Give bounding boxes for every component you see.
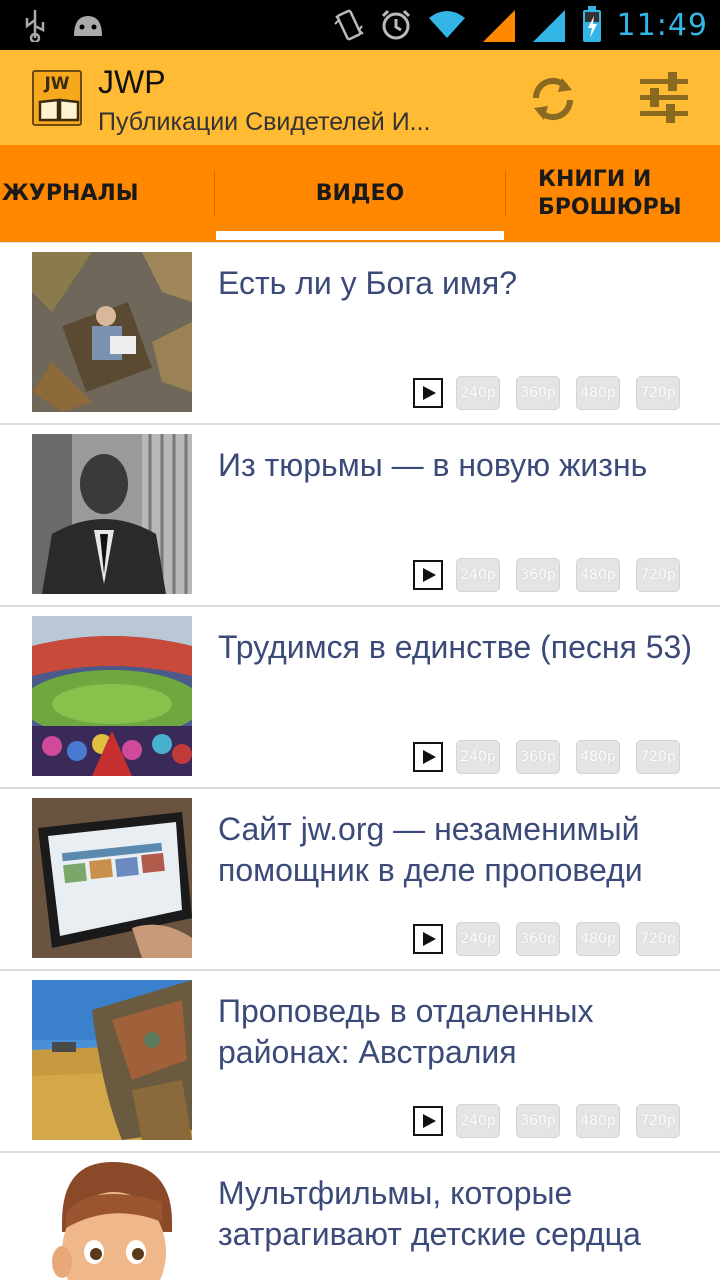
format-720p-button[interactable]: 720p — [636, 376, 680, 410]
book-icon — [38, 98, 80, 122]
tab-bar: ЖУРНАЛЫ ВИДЕО КНИГИ И БРОШЮРЫ — [0, 145, 720, 242]
vibrate-icon — [333, 9, 364, 41]
play-icon[interactable] — [413, 1106, 443, 1136]
play-icon[interactable] — [413, 742, 443, 772]
app-logo-text: JW — [44, 74, 70, 94]
video-list-item[interactable]: Трудимся в единстве (песня 53) 240p 360p… — [0, 607, 720, 789]
format-240p-button[interactable]: 240p — [456, 558, 500, 592]
alarm-icon — [381, 9, 410, 40]
action-bar: JW JWP Публикации Свидетелей И... — [0, 50, 720, 145]
format-480p-button[interactable]: 480p — [576, 1104, 620, 1138]
video-title[interactable]: Мультфильмы, которые затрагивают детские… — [218, 1173, 713, 1255]
format-240p-button[interactable]: 240p — [456, 922, 500, 956]
video-list-item[interactable]: Из тюрьмы — в новую жизнь 240p 360p 480p… — [0, 425, 720, 607]
video-list-item[interactable]: Мультфильмы, которые затрагивают детские… — [0, 1153, 720, 1280]
tab-books-brochures[interactable]: КНИГИ И БРОШЮРЫ — [538, 145, 720, 242]
tab-selected-indicator — [216, 231, 504, 240]
tab-divider — [214, 171, 215, 217]
format-360p-button[interactable]: 360p — [516, 558, 560, 592]
signal-icon-2 — [532, 10, 565, 42]
tab-divider — [505, 171, 506, 217]
app-title: JWP — [98, 64, 166, 100]
video-thumbnail[interactable] — [32, 798, 192, 958]
clock: 11:49 — [616, 7, 708, 43]
format-480p-button[interactable]: 480p — [576, 376, 620, 410]
video-list[interactable]: Есть ли у Бога имя? 240p 360p 480p 720p … — [0, 243, 720, 1280]
video-title[interactable]: Проповедь в отдаленных районах: Австрали… — [218, 991, 713, 1073]
status-bar: 11:49 — [0, 0, 720, 50]
format-240p-button[interactable]: 240p — [456, 1104, 500, 1138]
video-format-buttons: 240p 360p 480p 720p — [413, 558, 683, 594]
play-icon[interactable] — [413, 924, 443, 954]
signal-icon — [482, 10, 515, 42]
tab-video[interactable]: ВИДЕО — [216, 145, 504, 242]
tab-journals[interactable]: ЖУРНАЛЫ — [2, 145, 212, 242]
play-icon[interactable] — [413, 378, 443, 408]
format-480p-button[interactable]: 480p — [576, 740, 620, 774]
format-360p-button[interactable]: 360p — [516, 376, 560, 410]
format-720p-button[interactable]: 720p — [636, 558, 680, 592]
video-title[interactable]: Из тюрьмы — в новую жизнь — [218, 445, 713, 486]
format-720p-button[interactable]: 720p — [636, 922, 680, 956]
video-thumbnail[interactable] — [32, 252, 192, 412]
usb-icon — [25, 10, 45, 42]
app-subtitle: Публикации Свидетелей И... — [98, 108, 431, 136]
wifi-icon — [428, 11, 465, 38]
format-360p-button[interactable]: 360p — [516, 922, 560, 956]
format-720p-button[interactable]: 720p — [636, 740, 680, 774]
play-icon[interactable] — [413, 560, 443, 590]
format-360p-button[interactable]: 360p — [516, 740, 560, 774]
video-list-item[interactable]: Есть ли у Бога имя? 240p 360p 480p 720p — [0, 243, 720, 425]
battery-charging-icon — [582, 6, 601, 42]
video-thumbnail[interactable] — [32, 980, 192, 1140]
video-format-buttons: 240p 360p 480p 720p — [413, 376, 683, 412]
format-480p-button[interactable]: 480p — [576, 558, 620, 592]
format-240p-button[interactable]: 240p — [456, 376, 500, 410]
video-thumbnail[interactable] — [32, 616, 192, 776]
video-title[interactable]: Трудимся в единстве (песня 53) — [218, 627, 713, 668]
video-thumbnail[interactable] — [32, 434, 192, 594]
video-list-item[interactable]: Сайт jw.org — незаменимый помощник в дел… — [0, 789, 720, 971]
format-240p-button[interactable]: 240p — [456, 740, 500, 774]
video-title[interactable]: Есть ли у Бога имя? — [218, 263, 713, 304]
format-480p-button[interactable]: 480p — [576, 922, 620, 956]
video-format-buttons: 240p 360p 480p 720p — [413, 740, 683, 776]
video-title[interactable]: Сайт jw.org — незаменимый помощник в дел… — [218, 809, 713, 891]
refresh-icon[interactable] — [526, 72, 580, 126]
video-thumbnail[interactable] — [32, 1162, 192, 1280]
settings-sliders-icon[interactable] — [636, 70, 692, 126]
format-720p-button[interactable]: 720p — [636, 1104, 680, 1138]
video-format-buttons: 240p 360p 480p 720p — [413, 1104, 683, 1140]
android-icon — [74, 16, 102, 36]
video-format-buttons: 240p 360p 480p 720p — [413, 922, 683, 958]
video-list-item[interactable]: Проповедь в отдаленных районах: Австрали… — [0, 971, 720, 1153]
app-logo[interactable]: JW — [32, 70, 82, 126]
format-360p-button[interactable]: 360p — [516, 1104, 560, 1138]
